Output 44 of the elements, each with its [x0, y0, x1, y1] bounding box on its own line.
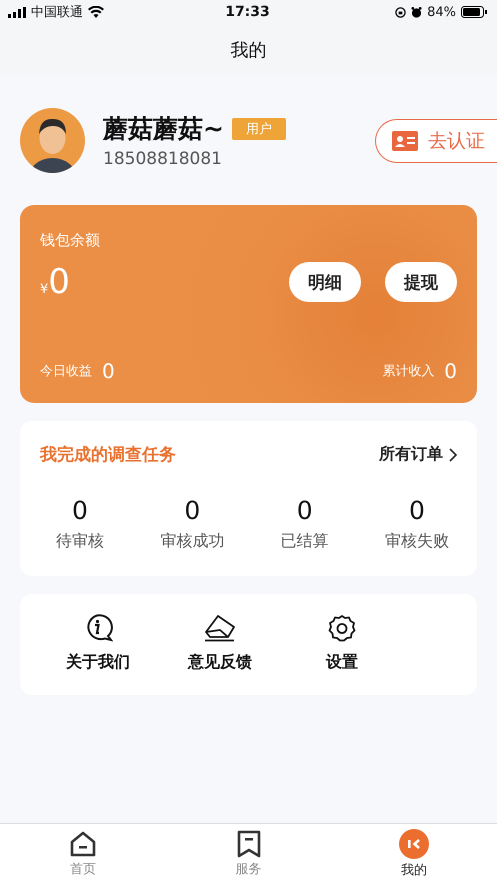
section-title: 我完成的调查任务 — [40, 444, 176, 466]
rotation-lock-icon — [395, 6, 406, 18]
home-icon — [68, 830, 97, 858]
stat-count: 0 — [184, 496, 200, 525]
battery-icon — [460, 6, 487, 18]
stat-label: 审核失败 — [384, 531, 449, 552]
currency-symbol: ¥ — [40, 282, 48, 297]
balance-amount: 0 — [48, 262, 70, 302]
profile-tab-icon — [399, 828, 430, 858]
signal-icon — [8, 6, 26, 18]
stat-label: 已结算 — [280, 531, 329, 552]
chevron-right-icon — [449, 448, 457, 462]
phone-number: 18508818081 — [103, 149, 223, 169]
wallet-button[interactable]: 明细 — [289, 262, 361, 302]
total-income-value: 0 — [444, 359, 457, 383]
user-badge: 用户 — [232, 118, 286, 140]
tab-item[interactable]: 服务 — [166, 824, 332, 883]
envelope-icon — [204, 614, 236, 642]
menu-item[interactable]: 关于我们 — [50, 614, 146, 673]
total-income-label: 累计收入 — [382, 363, 434, 380]
stat-count: 0 — [409, 496, 425, 525]
menu-item[interactable]: 意见反馈 — [172, 614, 268, 673]
bookmark-icon — [236, 830, 262, 858]
stat-label: 审核成功 — [160, 531, 224, 552]
settings-icon — [328, 614, 356, 642]
tab-item[interactable]: 首页 — [0, 824, 166, 883]
today-earnings-label: 今日收益 — [40, 363, 92, 380]
all-orders-link[interactable]: 所有订单 — [379, 444, 457, 465]
battery-percent: 84% — [427, 4, 456, 20]
wallet-button[interactable]: 提现 — [385, 262, 457, 302]
menu-item[interactable]: 设置 — [294, 614, 390, 673]
tab-item[interactable]: 我的 — [331, 824, 497, 883]
stat-count: 0 — [72, 496, 88, 525]
wifi-icon — [88, 6, 104, 18]
today-earnings-value: 0 — [102, 359, 115, 383]
clock-time: 17:33 — [225, 4, 270, 20]
stat-count: 0 — [296, 496, 313, 525]
id-card-icon — [392, 130, 418, 150]
page-title: 我的 — [230, 39, 266, 62]
user-name: 蘑菇蘑菇~ — [103, 113, 224, 145]
stat-label: 待审核 — [56, 531, 104, 552]
carrier-name: 中国联通 — [31, 4, 83, 21]
alarm-icon — [411, 6, 422, 18]
wallet-label: 钱包余额 — [40, 231, 101, 250]
